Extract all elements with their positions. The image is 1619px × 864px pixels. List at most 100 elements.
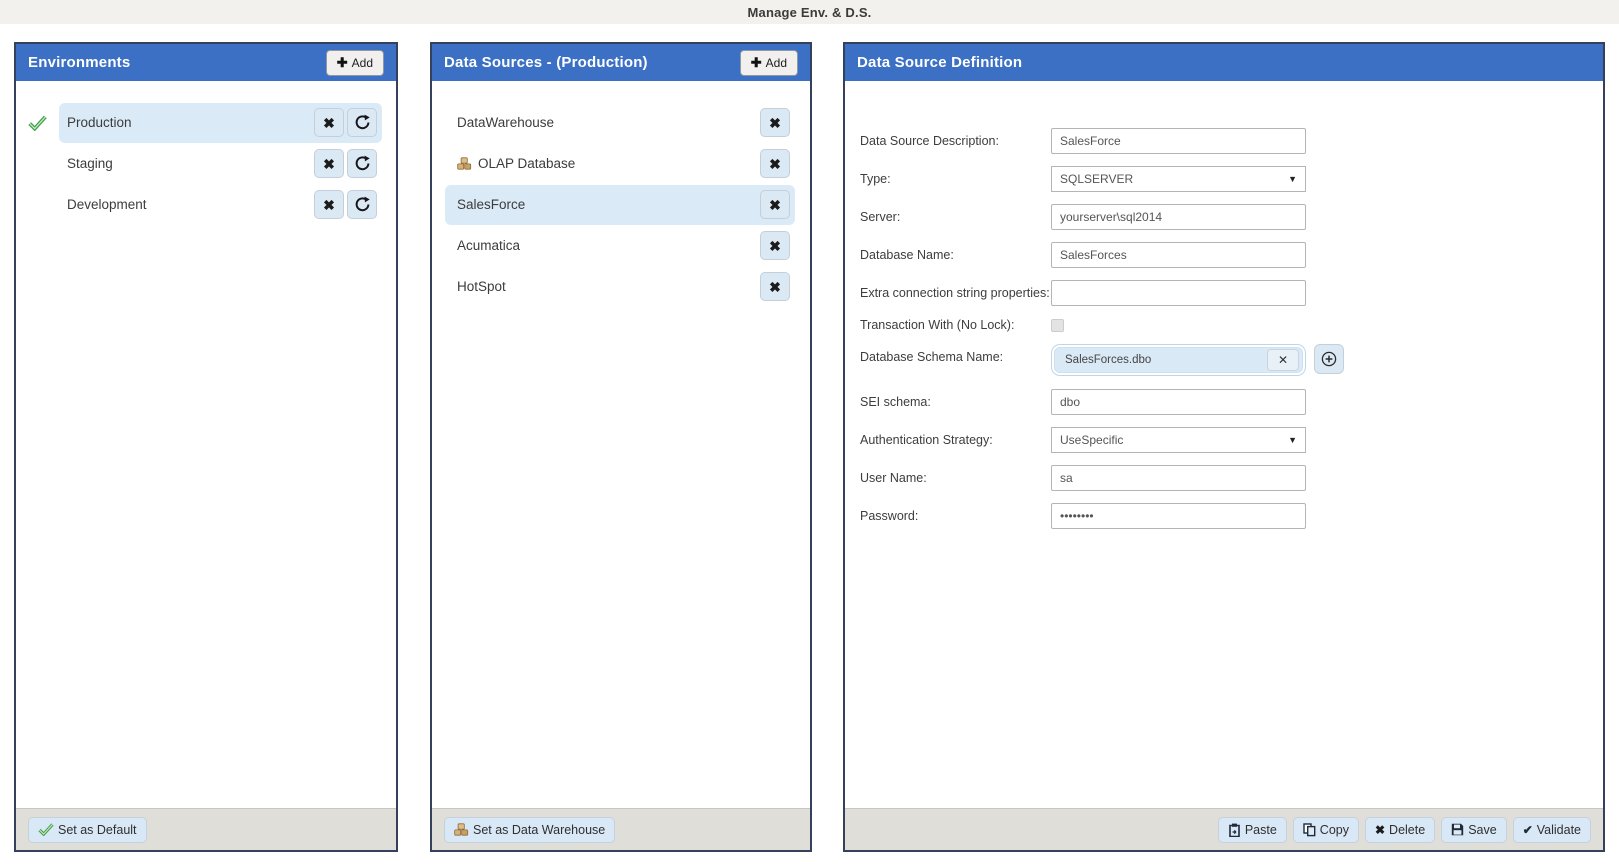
type-select[interactable]: SQLSERVER ▼ <box>1051 166 1306 192</box>
database-name-input[interactable] <box>1051 242 1306 268</box>
refresh-icon <box>354 196 371 213</box>
delete-environment-button[interactable]: ✖ <box>314 190 344 219</box>
refresh-environment-button[interactable] <box>347 149 377 178</box>
datasource-item-salesforce[interactable]: SalesForce ✖ <box>445 185 795 225</box>
copy-button[interactable]: Copy <box>1293 817 1359 843</box>
datasource-row: Acumatica ✖ <box>432 225 810 266</box>
form-row: Type: SQLSERVER ▼ <box>860 166 1603 192</box>
environments-list: Production ✖ Staging ✖ <box>16 81 396 808</box>
description-label: Data Source Description: <box>860 134 1051 148</box>
form-row: Authentication Strategy: UseSpecific ▼ <box>860 427 1603 453</box>
auth-strategy-select[interactable]: UseSpecific ▼ <box>1051 427 1306 453</box>
environment-item-development[interactable]: Development ✖ <box>59 185 382 225</box>
datasource-item-olap-database[interactable]: OLAP Database ✖ <box>445 144 795 184</box>
environments-panel: Environments ✚ Add Production ✖ <box>14 42 398 852</box>
server-input[interactable] <box>1051 204 1306 230</box>
paste-icon <box>1228 823 1241 837</box>
add-schema-button[interactable] <box>1314 344 1344 374</box>
refresh-icon <box>354 114 371 131</box>
validate-label: Validate <box>1537 823 1581 837</box>
remove-schema-button[interactable]: ✕ <box>1267 349 1299 371</box>
transaction-nolock-checkbox[interactable] <box>1051 319 1064 332</box>
delete-environment-button[interactable]: ✖ <box>314 108 344 137</box>
delete-datasource-button[interactable]: ✖ <box>760 149 790 178</box>
form-row: Password: <box>860 503 1603 529</box>
page-title: Manage Env. & D.S. <box>748 5 872 20</box>
database-name-label: Database Name: <box>860 248 1051 262</box>
sei-schema-input[interactable] <box>1051 389 1306 415</box>
default-check-icon <box>16 115 59 131</box>
environment-row: Production ✖ <box>16 102 396 143</box>
add-datasource-button[interactable]: ✚ Add <box>740 50 798 76</box>
add-button-label: Add <box>352 56 373 70</box>
add-button-label: Add <box>766 56 787 70</box>
delete-datasource-button[interactable]: ✖ <box>760 108 790 137</box>
add-environment-button[interactable]: ✚ Add <box>326 50 384 76</box>
environment-row: Staging ✖ <box>16 143 396 184</box>
form-row: Transaction With (No Lock): <box>860 318 1603 332</box>
user-name-label: User Name: <box>860 471 1051 485</box>
user-name-input[interactable] <box>1051 465 1306 491</box>
definition-body: Data Source Description: Type: SQLSERVER… <box>845 81 1603 808</box>
transaction-nolock-label: Transaction With (No Lock): <box>860 318 1051 332</box>
form-row: Extra connection string properties: <box>860 280 1603 306</box>
password-input[interactable] <box>1051 503 1306 529</box>
environment-label: Production <box>67 115 311 130</box>
delete-icon: ✖ <box>323 157 335 171</box>
extra-properties-label: Extra connection string properties: <box>860 286 1051 300</box>
datasource-item-hotspot[interactable]: HotSpot ✖ <box>445 267 795 307</box>
chevron-down-icon: ▼ <box>1288 174 1297 184</box>
refresh-environment-button[interactable] <box>347 190 377 219</box>
datasource-item-acumatica[interactable]: Acumatica ✖ <box>445 226 795 266</box>
datasource-label: SalesForce <box>457 197 757 212</box>
refresh-icon <box>354 155 371 172</box>
copy-icon <box>1303 823 1316 837</box>
delete-icon: ✖ <box>323 116 335 130</box>
delete-label: Delete <box>1389 823 1425 837</box>
delete-datasource-button[interactable]: ✖ <box>760 190 790 219</box>
extra-properties-input[interactable] <box>1051 280 1306 306</box>
environment-label: Development <box>67 197 311 212</box>
datasource-row: DataWarehouse ✖ <box>432 102 810 143</box>
environment-label: Staging <box>67 156 311 171</box>
plus-icon: ✚ <box>751 55 762 71</box>
set-as-default-button[interactable]: Set as Default <box>28 817 147 843</box>
description-input[interactable] <box>1051 128 1306 154</box>
definition-title: Data Source Definition <box>857 54 1022 71</box>
environment-row: Development ✖ <box>16 184 396 225</box>
refresh-environment-button[interactable] <box>347 108 377 137</box>
set-as-data-warehouse-button[interactable]: Set as Data Warehouse <box>444 817 615 843</box>
delete-datasource-button[interactable]: ✖ <box>760 272 790 301</box>
form-row: Database Name: <box>860 242 1603 268</box>
schema-chip-container: SalesForces.dbo ✕ <box>1051 344 1306 376</box>
schema-chip-label: SalesForces.dbo <box>1065 354 1151 366</box>
save-icon <box>1451 823 1464 836</box>
sei-schema-label: SEI schema: <box>860 395 1051 409</box>
definition-panel: Data Source Definition Data Source Descr… <box>843 42 1605 852</box>
environment-item-production[interactable]: Production ✖ <box>59 103 382 143</box>
delete-icon: ✖ <box>769 239 781 253</box>
paste-button[interactable]: Paste <box>1218 817 1287 843</box>
delete-icon: ✖ <box>769 198 781 212</box>
form-row: Server: <box>860 204 1603 230</box>
delete-datasource-button[interactable]: ✖ <box>760 231 790 260</box>
form-row: Database Schema Name: SalesForces.dbo ✕ <box>860 344 1603 376</box>
datasource-label: DataWarehouse <box>457 115 757 130</box>
datasource-row: HotSpot ✖ <box>432 266 810 307</box>
delete-environment-button[interactable]: ✖ <box>314 149 344 178</box>
validate-button[interactable]: ✔ Validate <box>1513 817 1591 843</box>
delete-icon: ✖ <box>1375 824 1385 836</box>
type-select-value: SQLSERVER <box>1060 172 1133 186</box>
datasources-panel: Data Sources - (Production) ✚ Add DataWa… <box>430 42 812 852</box>
datasource-item-datawarehouse[interactable]: DataWarehouse ✖ <box>445 103 795 143</box>
datasources-footer: Set as Data Warehouse <box>432 808 810 850</box>
environment-item-staging[interactable]: Staging ✖ <box>59 144 382 184</box>
copy-label: Copy <box>1320 823 1349 837</box>
schema-chip[interactable]: SalesForces.dbo ✕ <box>1054 347 1303 373</box>
chevron-down-icon: ▼ <box>1288 435 1297 445</box>
close-icon: ✕ <box>1278 353 1288 367</box>
save-label: Save <box>1468 823 1497 837</box>
delete-button[interactable]: ✖ Delete <box>1365 817 1435 843</box>
save-button[interactable]: Save <box>1441 817 1507 843</box>
form-row: User Name: <box>860 465 1603 491</box>
